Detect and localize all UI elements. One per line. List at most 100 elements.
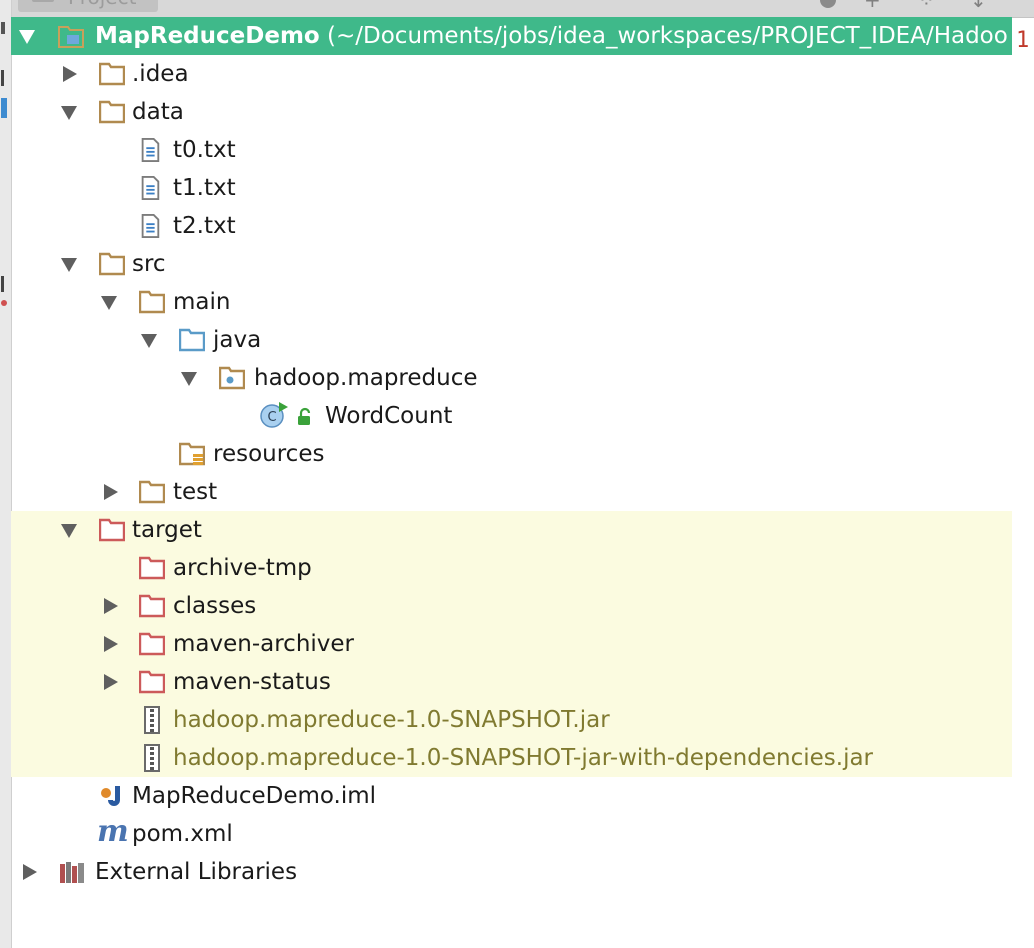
tree-node-java[interactable]: java — [11, 321, 1012, 359]
tree-node-target[interactable]: target — [11, 511, 1012, 549]
tree-node-archive-tmp[interactable]: archive-tmp — [11, 549, 1012, 587]
node-label: MapReduceDemo.iml — [132, 783, 377, 809]
gutter-mark — [1, 22, 5, 34]
expand-arrow-icon[interactable] — [63, 66, 77, 82]
tree-node-jar[interactable]: hadoop.mapreduce-1.0-SNAPSHOT.jar — [11, 701, 1012, 739]
excluded-folder-icon — [139, 632, 165, 656]
jar-file-icon — [144, 744, 160, 772]
maven-pom-icon: m — [97, 814, 129, 849]
node-label: hadoop.mapreduce — [254, 365, 478, 391]
unlock-icon — [298, 407, 311, 425]
node-label: target — [132, 517, 202, 543]
excluded-folder-icon — [139, 670, 165, 694]
project-tab[interactable]: Project — [18, 0, 158, 12]
iml-file-icon — [101, 786, 120, 806]
tree-node-src[interactable]: src — [11, 245, 1012, 283]
excluded-folder-icon — [139, 556, 165, 580]
expand-arrow-icon[interactable] — [104, 674, 118, 690]
folder-icon — [99, 100, 125, 124]
text-file-icon — [141, 176, 160, 200]
tree-node-main[interactable]: main — [11, 283, 1012, 321]
expand-arrow-icon[interactable] — [23, 864, 37, 880]
tree-node-maven-archiver[interactable]: maven-archiver — [11, 625, 1012, 663]
collapse-arrow-icon[interactable] — [181, 372, 197, 386]
java-class-icon: C — [260, 402, 288, 428]
tree-node-t2[interactable]: t2.txt — [11, 207, 1012, 245]
folder-icon — [139, 480, 165, 504]
root-label: MapReduceDemo (~/Documents/jobs/idea_wor… — [95, 22, 1008, 50]
node-label: pom.xml — [132, 821, 233, 847]
package-icon — [219, 366, 245, 390]
collapse-arrow-icon[interactable] — [61, 106, 77, 120]
tree-node-root[interactable]: MapReduceDemo (~/Documents/jobs/idea_wor… — [11, 17, 1012, 55]
resources-folder-icon — [179, 442, 205, 466]
node-label: t0.txt — [173, 137, 236, 163]
expand-icon[interactable]: + — [864, 0, 881, 10]
tree-node-pom[interactable]: m pom.xml — [11, 815, 1012, 853]
node-label: src — [132, 251, 166, 277]
project-tab-icon — [32, 0, 54, 2]
folder-icon — [99, 252, 125, 276]
gutter-mark — [1, 98, 7, 118]
jar-file-icon — [144, 706, 160, 734]
tree-node-test[interactable]: test — [11, 473, 1012, 511]
collapse-arrow-icon[interactable] — [101, 296, 117, 310]
scroll-from-source-icon[interactable] — [820, 0, 836, 8]
node-label: External Libraries — [95, 859, 298, 885]
editor-line-number: 1 — [1016, 28, 1030, 53]
tree-node-wordcount[interactable]: C WordCount — [11, 397, 1012, 435]
tree-node-t1[interactable]: t1.txt — [11, 169, 1012, 207]
tree-node-external-libraries[interactable]: External Libraries — [11, 853, 1012, 891]
tree-node-jar-with-dependencies[interactable]: hadoop.mapreduce-1.0-SNAPSHOT-jar-with-d… — [11, 739, 1012, 777]
node-label: main — [173, 289, 231, 315]
collapse-arrow-icon[interactable] — [19, 30, 35, 44]
excluded-folder-icon — [139, 594, 165, 618]
tree-node-idea[interactable]: .idea — [11, 55, 1012, 93]
tree-node-t0[interactable]: t0.txt — [11, 131, 1012, 169]
text-file-icon — [141, 138, 160, 162]
node-label: data — [132, 99, 184, 125]
tree-node-classes[interactable]: classes — [11, 587, 1012, 625]
text-file-icon — [141, 214, 160, 238]
root-name: MapReduceDemo — [95, 23, 320, 49]
tree-node-iml[interactable]: MapReduceDemo.iml — [11, 777, 1012, 815]
excluded-folder-icon — [99, 518, 125, 542]
collapse-arrow-icon[interactable] — [141, 334, 157, 348]
tree-node-maven-status[interactable]: maven-status — [11, 663, 1012, 701]
folder-icon — [99, 62, 125, 86]
node-label: test — [173, 479, 218, 505]
project-tab-label: Project — [68, 0, 136, 8]
node-label: WordCount — [325, 403, 453, 429]
gutter-mark — [1, 70, 4, 86]
node-label: archive-tmp — [173, 555, 312, 581]
root-path: (~/Documents/jobs/idea_workspaces/PROJEC… — [327, 23, 1008, 49]
tool-window-header: Project + ⁘ ↓ — [0, 0, 1034, 18]
collapse-arrow-icon[interactable] — [61, 258, 77, 272]
expand-arrow-icon[interactable] — [104, 598, 118, 614]
tree-node-data[interactable]: data — [11, 93, 1012, 131]
node-label: maven-archiver — [173, 631, 355, 657]
tree-node-package[interactable]: hadoop.mapreduce — [11, 359, 1012, 397]
libraries-icon — [60, 862, 84, 883]
settings-icon[interactable]: ⁘ — [918, 0, 935, 10]
expand-arrow-icon[interactable] — [104, 636, 118, 652]
node-label: java — [213, 327, 262, 353]
node-label: hadoop.mapreduce-1.0-SNAPSHOT.jar — [173, 707, 610, 733]
node-label: t2.txt — [173, 213, 236, 239]
hide-icon[interactable]: ↓ — [970, 0, 987, 10]
gutter-mark — [1, 276, 4, 292]
gutter-mark — [1, 300, 7, 306]
node-label: maven-status — [173, 669, 331, 695]
node-label: .idea — [132, 61, 189, 87]
source-folder-icon — [179, 328, 205, 352]
node-label: t1.txt — [173, 175, 236, 201]
node-label: resources — [213, 441, 325, 467]
tree-node-resources[interactable]: resources — [11, 435, 1012, 473]
module-folder-icon — [58, 26, 84, 48]
collapse-arrow-icon[interactable] — [61, 524, 77, 538]
class-letter: C — [267, 410, 276, 425]
node-label: classes — [173, 593, 257, 619]
folder-icon — [139, 290, 165, 314]
node-label: hadoop.mapreduce-1.0-SNAPSHOT-jar-with-d… — [173, 745, 874, 771]
expand-arrow-icon[interactable] — [104, 484, 118, 500]
